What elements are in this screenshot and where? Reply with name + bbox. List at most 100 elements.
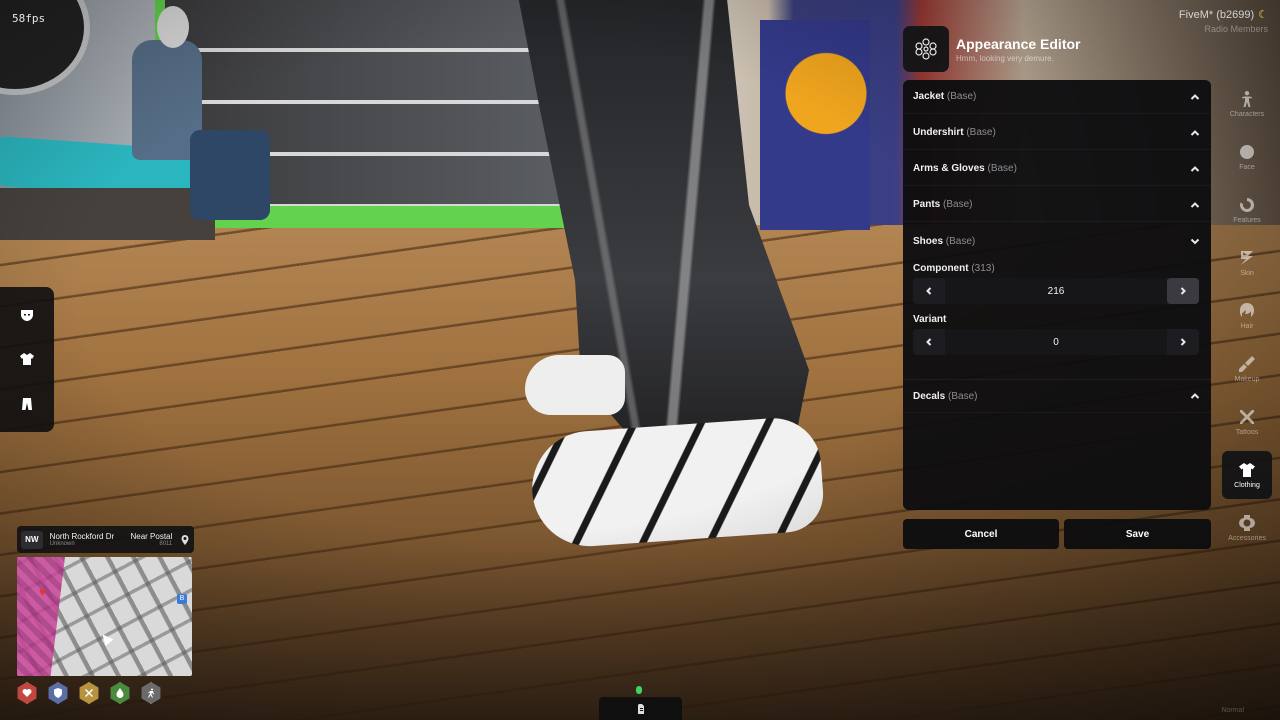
variant-stepper: 0 [913, 329, 1199, 355]
area-name: Unknown [49, 541, 75, 547]
hair-icon [1240, 303, 1254, 317]
category-label: Face [1239, 164, 1255, 171]
category-clothing[interactable]: Clothing [1222, 451, 1272, 499]
microphone-icon [637, 703, 644, 714]
component-next-button[interactable] [1167, 278, 1199, 304]
category-label: Characters [1229, 111, 1265, 118]
section-pants[interactable]: Pants (Base) [903, 188, 1211, 222]
chevron-up-icon [1190, 129, 1200, 136]
editor-header: Appearance Editor Hmm, looking very demu… [903, 24, 1223, 74]
quick-clothing-toolbar [0, 287, 54, 432]
section-tag: (Base) [943, 199, 973, 210]
compass-direction: NW [21, 530, 43, 549]
cancel-button[interactable]: Cancel [903, 519, 1059, 549]
thirst-icon [110, 682, 130, 704]
server-name: FiveM* (b2699) ☾ [1179, 8, 1268, 21]
status-indicators [16, 682, 162, 704]
category-features[interactable]: Features [1222, 186, 1272, 234]
category-label: Features [1233, 217, 1261, 224]
health-icon [17, 682, 37, 704]
armor-icon [48, 682, 68, 704]
voice-indicator [599, 697, 682, 720]
stamina-icon [141, 682, 161, 704]
editor-titles: Appearance Editor Hmm, looking very demu… [956, 36, 1080, 63]
section-shoes[interactable]: Shoes (Base) [903, 224, 1211, 258]
server-label: FiveM* (b2699) [1178, 9, 1255, 21]
minimap-park-area [17, 557, 65, 676]
component-stepper: 216 [913, 278, 1199, 304]
chevron-up-icon [1190, 201, 1200, 208]
section-undershirt[interactable]: Undershirt (Base) [903, 116, 1211, 150]
section-title: Shoes [913, 235, 944, 247]
chevron-up-icon [1190, 93, 1200, 100]
category-tattoos[interactable]: Tattoos [1222, 398, 1272, 446]
chevron-up-icon [1190, 165, 1200, 172]
section-title: Arms & Gloves [913, 163, 985, 174]
chevron-left-icon [926, 338, 932, 346]
editor-subtitle: Hmm, looking very demure. [956, 53, 1054, 63]
tattoo-icon [1240, 410, 1254, 424]
section-jacket[interactable]: Jacket (Base) [903, 80, 1211, 114]
section-shoes-label: Shoes (Base) [913, 236, 975, 247]
variant-value[interactable]: 0 [945, 329, 1167, 355]
section-title: Decals [913, 390, 946, 402]
shirt-icon [20, 353, 34, 366]
section-title: Pants [913, 199, 941, 210]
corner-status-text: Normal [1221, 707, 1244, 714]
location-pin-icon [176, 531, 194, 549]
component-count: (313) [971, 263, 995, 274]
editor-title: Appearance Editor [956, 35, 1081, 52]
save-button[interactable]: Save [1064, 519, 1211, 549]
category-label: Clothing [1234, 482, 1260, 489]
player-arrow-icon [98, 631, 114, 646]
street-name: North Rockford Dr [49, 532, 115, 541]
features-icon [1240, 197, 1255, 212]
shirt-toggle-button[interactable] [11, 343, 43, 375]
fps-counter: 58fps [12, 12, 46, 25]
variant-prev-button[interactable] [913, 329, 945, 355]
voice-active-indicator [636, 686, 642, 694]
shirt-icon [1239, 463, 1255, 477]
person-icon [1242, 91, 1252, 107]
section-jacket-label: Jacket (Base) [913, 91, 976, 102]
category-accessories[interactable]: Accessories [1222, 504, 1272, 552]
mask-icon [21, 310, 33, 322]
section-pants-label: Pants (Base) [913, 199, 972, 210]
section-arms-gloves[interactable]: Arms & Gloves (Base) [903, 152, 1211, 186]
section-arms-label: Arms & Gloves (Base) [913, 163, 1017, 174]
location-bar: NW North Rockford Dr Unknown Near Postal… [17, 526, 194, 553]
variant-label: Variant [913, 314, 947, 325]
pants-toggle-button[interactable] [11, 388, 43, 420]
category-characters[interactable]: Characters [1222, 80, 1272, 128]
chevron-right-icon [1180, 338, 1186, 346]
watch-icon [1239, 515, 1255, 531]
variant-next-button[interactable] [1167, 329, 1199, 355]
postal-code: 8011 [159, 541, 173, 547]
component-value[interactable]: 216 [945, 278, 1167, 304]
category-hair[interactable]: Hair [1222, 292, 1272, 340]
editor-logo-icon [903, 26, 949, 72]
category-makeup[interactable]: Makeup [1222, 345, 1272, 393]
section-title: Jacket [913, 91, 945, 102]
category-label: Accessories [1228, 535, 1266, 542]
section-decals[interactable]: Decals (Base) [903, 379, 1211, 413]
section-tag: (Base) [987, 163, 1017, 174]
section-title: Undershirt [913, 127, 964, 138]
category-label: Makeup [1234, 376, 1260, 383]
component-label: Component (313) [913, 263, 995, 274]
section-tag: (Base) [966, 127, 996, 138]
mask-toggle-button[interactable] [11, 299, 43, 331]
category-label: Skin [1240, 270, 1254, 277]
component-prev-button[interactable] [913, 278, 945, 304]
category-label: Tattoos [1235, 429, 1259, 436]
section-decals-label: Decals (Base) [913, 391, 977, 402]
category-label: Hair [1240, 323, 1254, 330]
makeup-icon [1239, 356, 1255, 372]
category-skin[interactable]: Skin [1222, 239, 1272, 287]
category-face[interactable]: Face [1222, 133, 1272, 181]
component-label-text: Component [913, 263, 969, 274]
chevron-down-icon [1190, 238, 1200, 245]
chevron-left-icon [926, 287, 932, 295]
postal-info: Near Postal 8011 [130, 532, 172, 547]
moon-icon: ☾ [1258, 9, 1268, 21]
